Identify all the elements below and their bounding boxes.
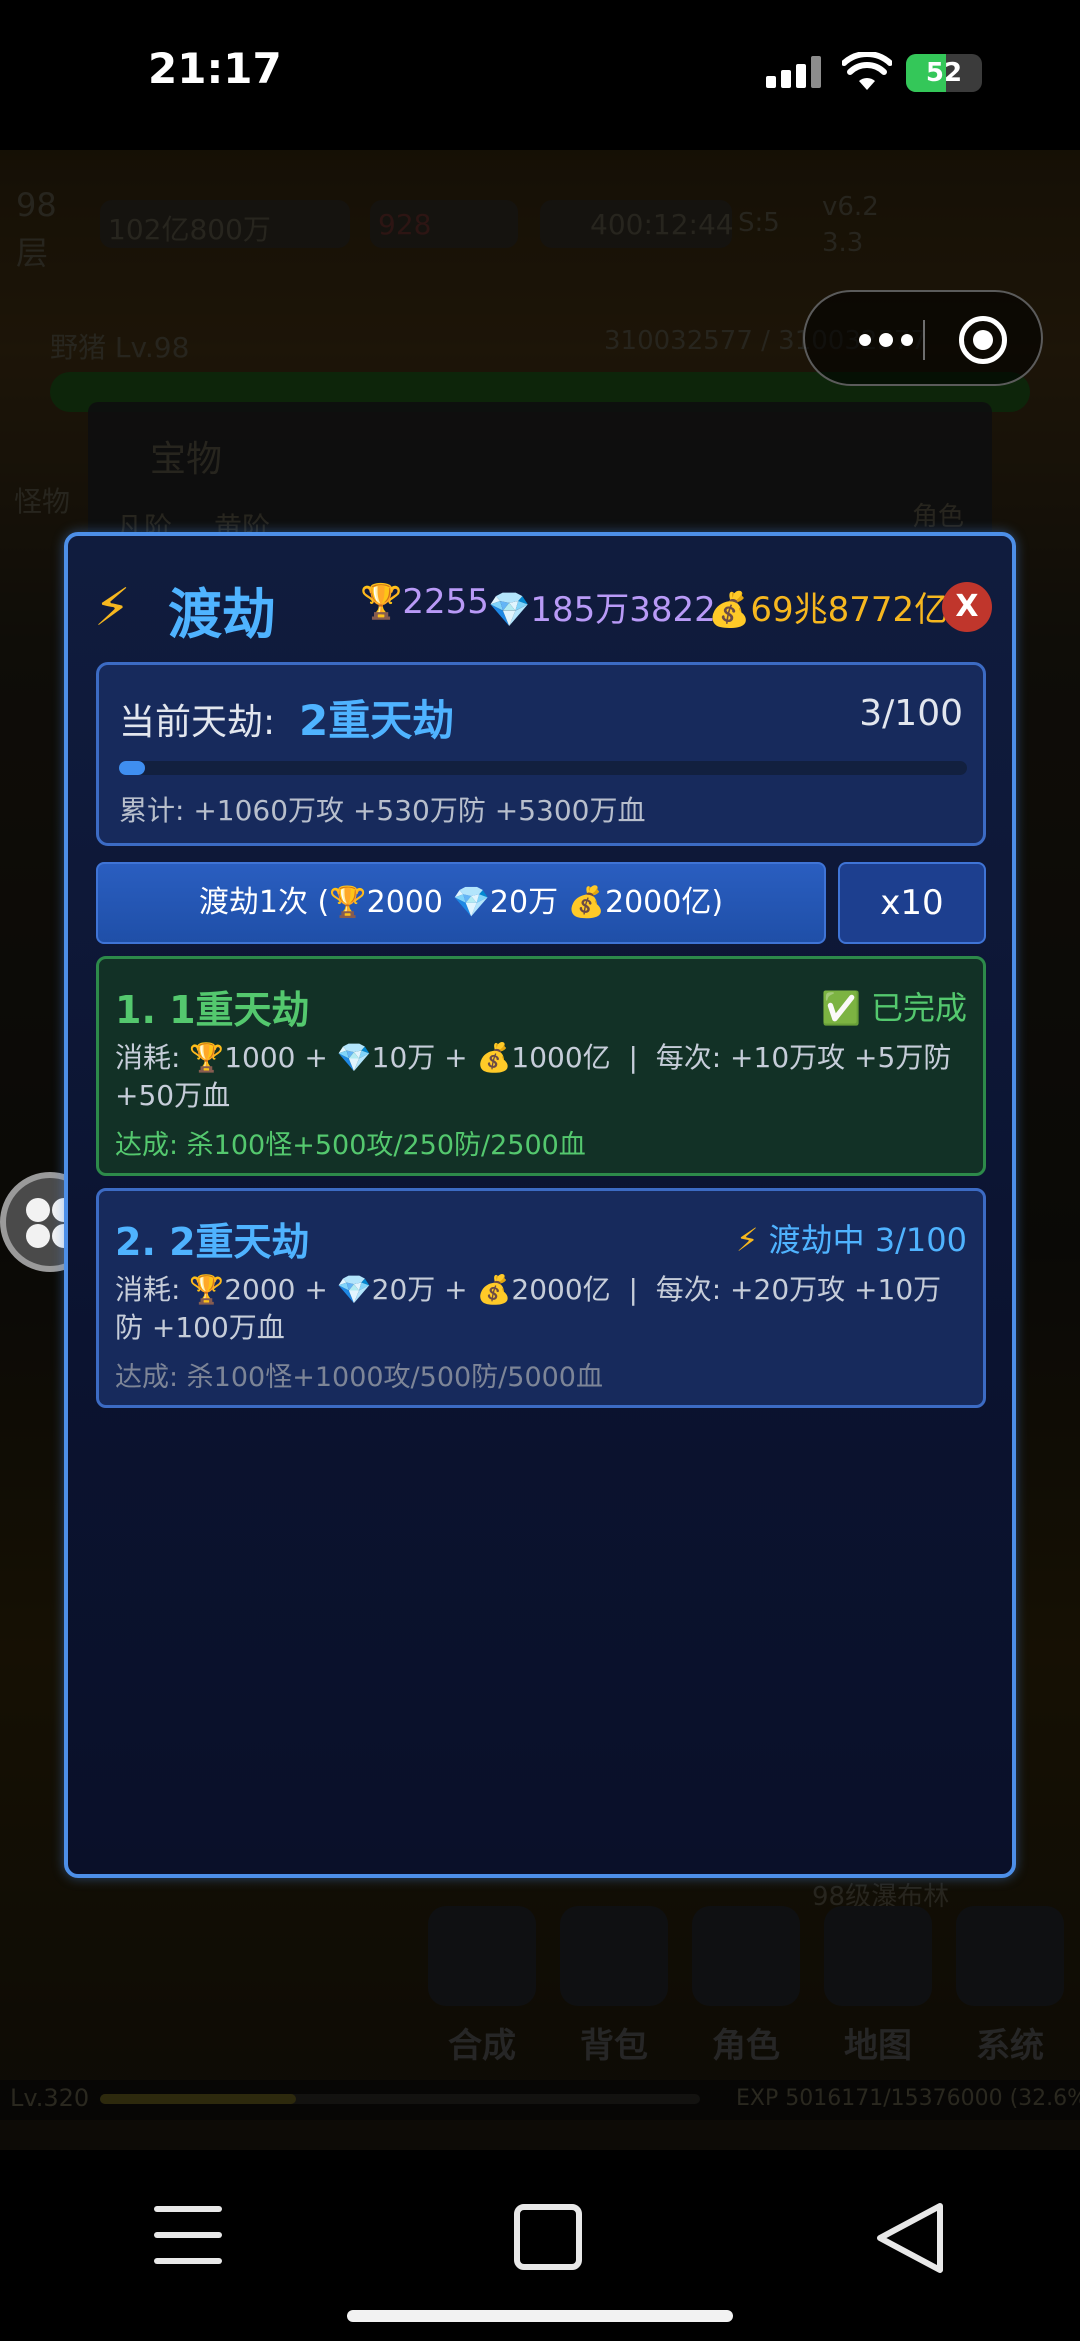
checkmark-icon: ✅ (820, 989, 861, 1027)
diamond-icon: 💎 (336, 1273, 372, 1306)
trophy-icon: 🏆 (360, 582, 403, 622)
action-diamond: 20万 (489, 885, 559, 920)
cumulative-bonus: 累计: +1060万攻 +530万防 +5300万血 (119, 794, 646, 827)
status-bar: 21:17 52 (0, 0, 1080, 150)
money-resource: 💰69兆8772亿 (708, 582, 948, 631)
stage-reach: 达成: 杀100怪+1000攻/500防/5000血 (115, 1362, 603, 1393)
diamond-resource: 💎185万3822 (488, 582, 716, 631)
money-bag-icon: 💰 (708, 590, 751, 630)
action-prefix: 渡劫1次 ( (198, 885, 330, 920)
cost-diamond: 10万 (371, 1041, 436, 1074)
progress-fill (119, 761, 145, 775)
home-indicator[interactable] (347, 2310, 733, 2322)
close-miniprogram-icon[interactable] (959, 316, 1007, 364)
status-time: 21:17 (148, 44, 282, 93)
stage-card: 2. 2重天劫 ⚡ 渡劫中 3/100 消耗: 🏆2000 + 💎20万 + 💰… (96, 1188, 986, 1408)
battery-level: 52 (925, 58, 963, 88)
cost-trophy: 2000 (224, 1273, 296, 1306)
tribulation-modal: ⚡ 渡劫 🏆2255 💎185万3822 💰69兆8772亿 X 当前天劫: 2… (64, 532, 1016, 1878)
cost-label: 消耗: (115, 1273, 181, 1306)
stage-status-text: 已完成 (870, 989, 967, 1027)
current-label: 当前天劫: (119, 702, 276, 743)
cellular-signal-icon (766, 56, 822, 88)
stage-title: 1. 1重天劫 (115, 988, 310, 1032)
back-icon[interactable] (870, 2198, 950, 2278)
miniprogram-capsule (803, 290, 1043, 386)
progress-count: 3/100 (859, 693, 963, 734)
stage-cost: 消耗: 🏆2000 + 💎20万 + 💰2000亿 | 每次: +20万攻 +1… (115, 1273, 942, 1344)
stage-status: ⚡ 渡劫中 3/100 (736, 1215, 967, 1261)
cost-money: 2000亿 (511, 1273, 611, 1306)
cost-label: 消耗: (115, 1041, 181, 1074)
wifi-icon (842, 52, 892, 90)
trophy-count: 2255 (402, 582, 489, 622)
diamond-icon: 💎 (488, 590, 531, 630)
current-value: 2重天劫 (299, 696, 455, 745)
current-tribulation-box: 当前天劫: 2重天劫 3/100 累计: +1060万攻 +530万防 +530… (96, 662, 986, 846)
action-trophy: 2000 (366, 885, 443, 920)
stage-reach: 达成: 杀100怪+500攻/250防/2500血 (115, 1130, 586, 1161)
tribulation-once-button[interactable]: 渡劫1次 (🏆2000 💎20万 💰2000亿) (96, 862, 826, 944)
trophy-icon: 🏆 (189, 1273, 225, 1306)
action-suffix: ) (711, 885, 724, 920)
money-bag-icon: 💰 (567, 885, 605, 920)
recent-apps-icon[interactable] (154, 2206, 222, 2266)
money-count: 69兆8772亿 (750, 590, 949, 630)
action-money: 2000亿 (604, 885, 712, 920)
modal-title: 渡劫 (168, 583, 276, 646)
stage-status-text: 渡劫中 3/100 (768, 1221, 967, 1259)
diamond-icon: 💎 (336, 1041, 372, 1074)
tribulation-x10-button[interactable]: x10 (838, 862, 986, 944)
home-icon[interactable] (514, 2204, 582, 2270)
lightning-icon: ⚡ (94, 578, 131, 638)
battery-icon: 52 (906, 54, 982, 92)
diamond-count: 185万3822 (530, 590, 716, 630)
stage-status: ✅ 已完成 (821, 983, 967, 1029)
stage-card: 1. 1重天劫 ✅ 已完成 消耗: 🏆1000 + 💎10万 + 💰1000亿 … (96, 956, 986, 1176)
progress-bar (119, 761, 967, 775)
cost-diamond: 20万 (371, 1273, 436, 1306)
trophy-icon: 🏆 (329, 885, 367, 920)
stage-cost: 消耗: 🏆1000 + 💎10万 + 💰1000亿 | 每次: +10万攻 +5… (115, 1041, 952, 1112)
trophy-icon: 🏆 (189, 1041, 225, 1074)
diamond-icon: 💎 (452, 885, 490, 920)
close-button[interactable]: X (942, 582, 992, 632)
money-bag-icon: 💰 (476, 1273, 512, 1306)
stage-title: 2. 2重天劫 (115, 1220, 310, 1264)
more-options-icon[interactable] (859, 328, 913, 352)
lightning-icon: ⚡ (735, 1221, 759, 1259)
system-nav-bar (0, 2150, 1080, 2341)
trophy-resource: 🏆2255 (360, 582, 489, 622)
cost-trophy: 1000 (224, 1041, 296, 1074)
cost-money: 1000亿 (511, 1041, 611, 1074)
money-bag-icon: 💰 (476, 1041, 512, 1074)
